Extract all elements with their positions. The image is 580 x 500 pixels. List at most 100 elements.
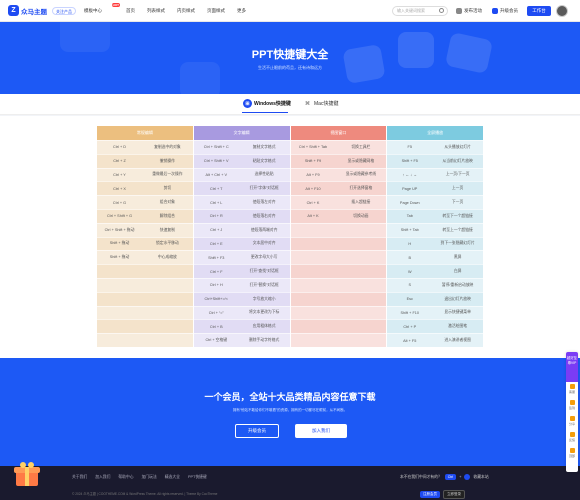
shortcut-key: H: [408, 241, 412, 246]
shortcut-desc: 从当前幻灯片放映: [442, 158, 473, 163]
shortcut-key: [97, 307, 142, 320]
table-row: Tab 转至下一个超链接: [387, 208, 483, 223]
shortcut-desc: 锁定水平移动: [155, 241, 179, 246]
footer-link[interactable]: 关于我们: [72, 475, 87, 480]
nav-item-page[interactable]: 页面样式: [207, 8, 225, 14]
service-icon: [569, 384, 575, 389]
nav-item-templates[interactable]: 模板中心 HOT: [84, 3, 120, 14]
top-navbar: Z 众马主题 关注产品 模板中心 HOT 首页 列表样式 内页样式 页面样式 更多…: [0, 0, 580, 22]
shortcut-desc: 粘贴文字格式: [252, 158, 276, 163]
avatar[interactable]: [556, 5, 568, 17]
nav-item-inner[interactable]: 内页样式: [177, 8, 195, 14]
shortcut-desc: 打开“查找”对话框: [249, 269, 279, 274]
shortcut-desc: 使段落两端对齐: [250, 227, 278, 232]
shortcut-key: [291, 320, 336, 333]
shortcut-desc: 将文本更改为下标: [248, 310, 280, 315]
shortcut-column: 常规编辑 Ctrl + D 复制选中的对象 Ctrl + Z 撤销操作 Ctrl + Y 重…: [97, 126, 193, 347]
footer-link[interactable]: 加门玩法: [142, 475, 157, 480]
shortcut-desc: [336, 307, 387, 320]
table-row: Ctrl + X 剪切: [97, 181, 193, 196]
footer-link[interactable]: PPT快捷键: [188, 475, 207, 480]
table-row: Shift + 拖动 中心成缩放: [97, 250, 193, 265]
side-signin[interactable]: 签到: [566, 398, 578, 414]
search-input[interactable]: 输入关键词搜索: [392, 6, 448, 16]
shortcut-key: Ctrl + D: [113, 145, 126, 150]
table-row: [290, 250, 387, 265]
shortcut-key: Ctrl + R: [209, 214, 223, 219]
table-row: Ctrl + G 组合对象: [97, 195, 193, 209]
table-row: Ctrl + Shift + C 复制文字格式: [193, 140, 290, 154]
shortcut-desc: [336, 334, 387, 347]
upgrade-button[interactable]: 升级会员: [235, 424, 279, 438]
gift-icon[interactable]: [12, 458, 42, 488]
upgrade-link[interactable]: 升级会员: [492, 0, 518, 22]
active-tab-indicator: [242, 112, 288, 113]
footer-links: 关于我们 加入我们 帮助中心 加门玩法 精选大全 PPT快捷键: [72, 475, 207, 480]
side-service[interactable]: 客服: [566, 382, 578, 398]
tab-mac[interactable]: ⌘ Mac快捷键: [303, 99, 338, 108]
shortcut-key: [291, 224, 336, 237]
shortcut-key: Page Down: [399, 200, 420, 205]
shortcut-desc: 中心成缩放: [157, 255, 177, 260]
windows-icon: ⊞: [243, 99, 252, 108]
shortcut-key: Ctrl + K: [306, 200, 320, 205]
login-button[interactable]: 立即登录: [443, 490, 465, 499]
shortcut-key: Shift + 拖动: [109, 241, 130, 246]
table-row: [290, 264, 387, 278]
shortcut-key: [97, 279, 142, 292]
table-row: [290, 222, 387, 237]
join-button[interactable]: 加入我们: [295, 424, 347, 438]
shortcut-desc: 字号放大缩小: [252, 296, 276, 301]
shortcut-column: 全屏播放 F5 从头播放幻灯片 Shift + F5 从当前幻灯片放映 ↑ ← ↓ → 上一…: [387, 126, 483, 347]
tab-windows[interactable]: ⊞ Windows快捷键: [243, 99, 291, 108]
table-row: Page Down 下一页: [387, 195, 483, 209]
feedback-icon: [569, 432, 575, 437]
shortcut-key: Ctrl + X: [113, 186, 126, 191]
shortcut-key: [291, 307, 336, 320]
side-top[interactable]: 顶部: [566, 446, 578, 462]
table-row: Ctrl + F 打开“查找”对话框: [193, 264, 290, 278]
nav-item-home[interactable]: 首页: [126, 8, 135, 14]
shortcut-desc: [142, 320, 193, 333]
shortcut-key: Esc: [406, 297, 413, 302]
shortcut-desc: 黑屏: [453, 255, 462, 260]
shortcut-desc: [142, 334, 193, 347]
footer-link[interactable]: 精选大全: [165, 475, 180, 480]
column-header: 全屏播放: [387, 126, 483, 140]
table-row: Alt + F5 进入演讲者视图: [387, 333, 483, 347]
table-row: Alt + F9 显示或隐藏参考线: [290, 167, 387, 182]
footer-link[interactable]: 帮助中心: [118, 475, 133, 480]
site-logo[interactable]: Z 众马主题 关注产品: [8, 5, 76, 16]
footer-link[interactable]: 加入我们: [95, 475, 110, 480]
publish-link[interactable]: 发布活动: [456, 0, 482, 22]
table-row: Ctrl + Shift + 拖动 快速复制: [97, 222, 193, 237]
shortcut-key: Ctrl + G: [112, 200, 127, 205]
shortcut-key: Shift + 拖动: [109, 255, 130, 260]
vip-promo[interactable]: 超好至尊VIP: [566, 352, 578, 382]
follow-badge[interactable]: 关注产品: [52, 6, 76, 15]
shortcut-desc: [142, 265, 193, 278]
shortcut-key: [291, 238, 336, 251]
shortcut-desc: 退出幻灯片放映: [444, 296, 471, 301]
nav-item-list[interactable]: 列表样式: [147, 8, 165, 14]
side-share[interactable]: 分享: [566, 414, 578, 430]
shortcut-desc: [336, 224, 387, 237]
shortcut-key: S: [408, 283, 412, 288]
table-row: Ctrl + J 使段落两端对齐: [193, 222, 290, 237]
table-row: Alt + F10 打开选择窗格: [290, 181, 387, 196]
table-row: [290, 236, 387, 251]
register-button[interactable]: 注册会员: [420, 491, 440, 498]
search-icon[interactable]: [439, 8, 444, 13]
table-row: Ctrl + K 插入超链接: [290, 195, 387, 209]
shortcut-desc: 解除组合: [159, 213, 175, 218]
shortcut-desc: 切换动画: [353, 213, 369, 218]
table-row: S 暂停/重新启动放映: [387, 277, 483, 292]
nav-item-more[interactable]: 更多: [237, 8, 246, 14]
shortcut-key: Ctrl + H: [209, 283, 223, 288]
table-row: Ctrl + L 使段落左对齐: [193, 195, 290, 209]
shortcut-key: [291, 279, 336, 292]
workbench-button[interactable]: 工作台: [527, 6, 551, 16]
side-feedback[interactable]: 反馈: [566, 430, 578, 446]
table-row: Shift + 拖动 锁定水平移动: [97, 236, 193, 251]
shortcut-desc: 插入超链接: [351, 200, 371, 205]
